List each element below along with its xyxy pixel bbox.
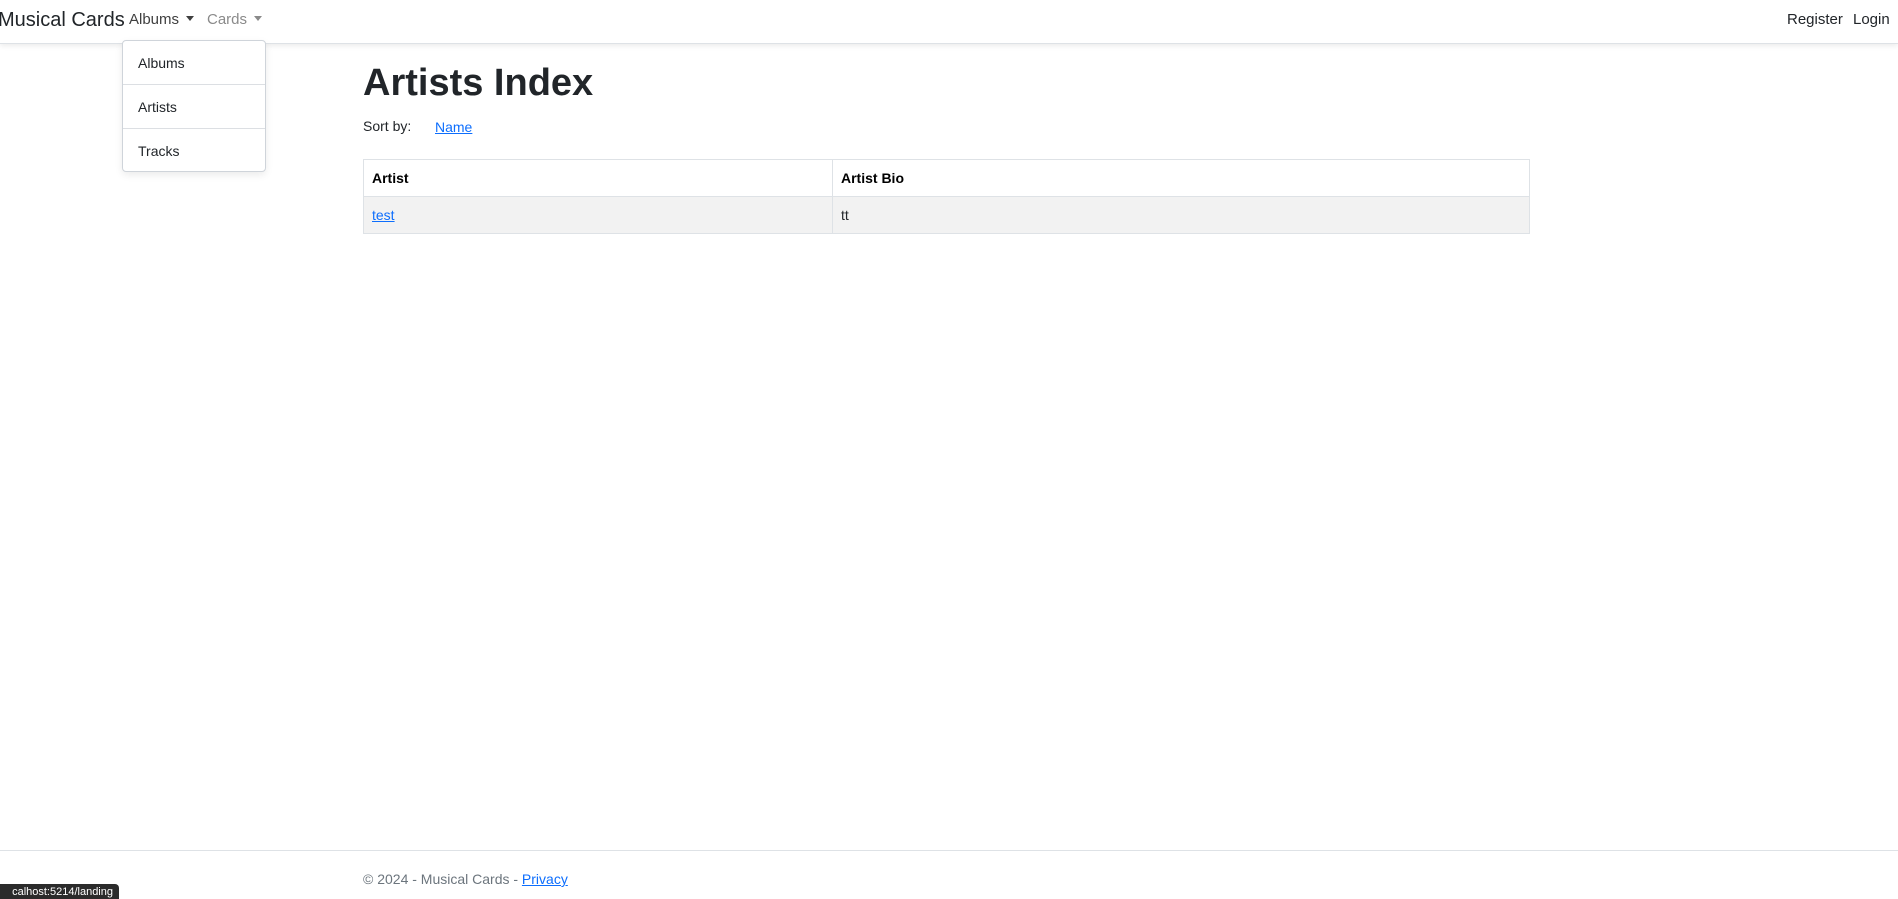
- artist-link[interactable]: test: [372, 207, 395, 223]
- dropdown-item-tracks[interactable]: Tracks: [123, 129, 265, 173]
- login-link[interactable]: Login: [1853, 11, 1890, 28]
- sort-by-name-link[interactable]: Name: [435, 119, 472, 135]
- albums-menu-label: Albums: [129, 11, 180, 28]
- column-header-artist: Artist: [363, 159, 833, 197]
- privacy-link[interactable]: Privacy: [522, 871, 568, 887]
- cards-menu-toggle[interactable]: Cards: [207, 11, 263, 28]
- footer-text: © 2024 - Musical Cards - Privacy: [363, 871, 568, 887]
- brand-link[interactable]: Musical Cards: [0, 9, 125, 32]
- footer-copyright: © 2024 - Musical Cards -: [363, 871, 522, 887]
- caret-down-icon: [186, 16, 195, 21]
- albums-dropdown-menu: Albums Artists Tracks: [122, 40, 266, 172]
- dropdown-item-artists[interactable]: Artists: [123, 85, 265, 129]
- cards-menu-label: Cards: [207, 11, 248, 28]
- caret-down-icon: [254, 16, 263, 21]
- artist-bio-cell: tt: [832, 196, 1530, 234]
- table-header-row: Artist Artist Bio: [363, 159, 1530, 197]
- artist-cell: test: [363, 196, 833, 234]
- dropdown-item-albums[interactable]: Albums: [123, 41, 265, 85]
- column-header-artist-bio: Artist Bio: [832, 159, 1530, 197]
- register-link[interactable]: Register: [1787, 11, 1843, 28]
- albums-menu-toggle[interactable]: Albums: [129, 11, 195, 28]
- page-footer: © 2024 - Musical Cards - Privacy: [0, 850, 1898, 899]
- sort-label: Sort by:: [363, 118, 412, 134]
- artists-table: Artist Artist Bio test tt: [363, 159, 1530, 234]
- top-navbar: Musical Cards Albums Cards Register Logi…: [0, 0, 1898, 44]
- status-bar-url: calhost:5214/landing: [0, 884, 119, 899]
- page-title: Artists Index: [363, 62, 594, 104]
- table-row: test tt: [363, 196, 1530, 234]
